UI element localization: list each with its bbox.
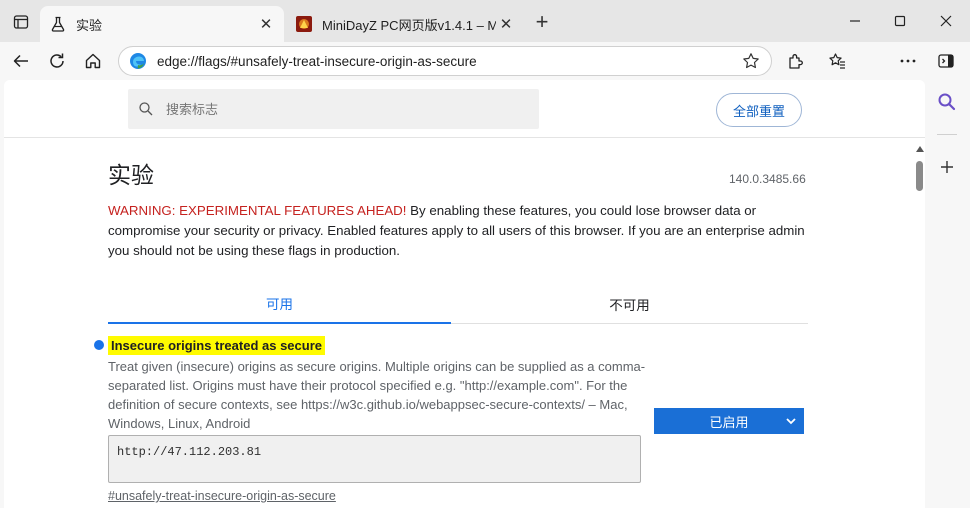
more-icon — [900, 59, 916, 63]
sidebar-divider — [937, 134, 957, 135]
home-icon — [85, 53, 101, 69]
home-button[interactable] — [79, 47, 107, 75]
close-icon — [940, 15, 952, 27]
search-icon — [139, 102, 153, 116]
search-box[interactable] — [128, 89, 539, 129]
flags-tabs: 可用 不可用 — [108, 284, 808, 324]
sidebar-add-button[interactable] — [935, 155, 959, 179]
refresh-button[interactable] — [43, 47, 71, 75]
maximize-icon — [894, 15, 906, 27]
favorite-star-button[interactable] — [741, 51, 761, 71]
back-button[interactable] — [7, 47, 35, 75]
favorites-icon — [829, 53, 845, 69]
plus-icon: + — [535, 9, 549, 34]
warning-prefix: WARNING: EXPERIMENTAL FEATURES AHEAD! — [108, 203, 407, 218]
edge-sidebar — [925, 80, 970, 508]
select-value: 已启用 — [709, 414, 749, 430]
refresh-icon — [50, 53, 64, 68]
page-title: 实验 — [108, 162, 154, 188]
reset-all-button[interactable]: 全部重置 — [716, 93, 802, 127]
plus-icon — [941, 161, 953, 173]
extensions-button[interactable] — [782, 47, 810, 75]
flags-header: 全部重置 — [4, 80, 925, 138]
experiment-title: Insecure origins treated as secure — [108, 336, 325, 355]
title-bar: 实验 ✕ MiniDayZ PC网页版v1.4.1 – MiniD ✕ + — [0, 0, 970, 42]
minimize-icon — [850, 20, 860, 22]
sidebar-search-button[interactable] — [935, 90, 959, 114]
tab-actions-button[interactable] — [8, 10, 34, 34]
tab-minidayz[interactable]: MiniDayZ PC网页版v1.4.1 – MiniD ✕ — [286, 6, 524, 42]
window-close-button[interactable] — [931, 8, 961, 34]
address-bar[interactable]: edge://flags/#unsafely-treat-insecure-or… — [118, 46, 772, 76]
minidayz-icon — [296, 16, 312, 32]
edge-logo-icon — [130, 53, 146, 69]
url-text: edge://flags/#unsafely-treat-insecure-or… — [157, 53, 477, 69]
favorites-button[interactable] — [823, 47, 851, 75]
close-icon[interactable]: ✕ — [256, 14, 276, 34]
tab-available[interactable]: 可用 — [108, 284, 451, 324]
search-input[interactable] — [166, 101, 526, 117]
close-icon[interactable]: ✕ — [496, 14, 516, 34]
scrollbar[interactable] — [915, 146, 925, 508]
modified-indicator-dot — [94, 340, 104, 350]
tab-unavailable[interactable]: 不可用 — [451, 284, 808, 324]
maximize-button[interactable] — [885, 8, 915, 34]
tab-label: MiniDayZ PC网页版v1.4.1 – MiniD — [322, 17, 496, 33]
origins-textarea[interactable]: http://47.112.203.81 — [108, 435, 641, 483]
experiment-state-select[interactable]: 已启用 — [654, 408, 804, 434]
more-options-button[interactable] — [894, 47, 922, 75]
sidebar-toggle-icon — [938, 54, 954, 68]
scroll-up-icon[interactable] — [916, 146, 924, 152]
version-text: 140.0.3485.66 — [729, 172, 806, 186]
tab-flags[interactable]: 实验 ✕ — [40, 6, 284, 42]
experiment-link[interactable]: #unsafely-treat-insecure-origin-as-secur… — [108, 489, 336, 503]
new-tab-button[interactable]: + — [530, 9, 554, 34]
star-icon — [743, 53, 759, 69]
experiment-description: Treat given (insecure) origins as secure… — [108, 359, 646, 431]
toolbar: edge://flags/#unsafely-treat-insecure-or… — [0, 42, 970, 114]
page-content: 全部重置 实验 140.0.3485.66 WARNING: EXPERIMEN… — [4, 80, 925, 508]
tab-label: 实验 — [76, 17, 103, 33]
minimize-button[interactable] — [840, 8, 870, 34]
warning-text: WARNING: EXPERIMENTAL FEATURES AHEAD! By… — [108, 201, 808, 261]
extensions-icon — [789, 54, 803, 69]
back-arrow-icon — [13, 54, 28, 68]
tab-actions-icon — [13, 15, 29, 29]
flask-icon — [50, 16, 66, 32]
search-icon — [938, 93, 956, 111]
chevron-down-icon — [786, 418, 796, 425]
sidebar-toggle-button[interactable] — [932, 47, 960, 75]
scroll-thumb[interactable] — [916, 161, 923, 191]
